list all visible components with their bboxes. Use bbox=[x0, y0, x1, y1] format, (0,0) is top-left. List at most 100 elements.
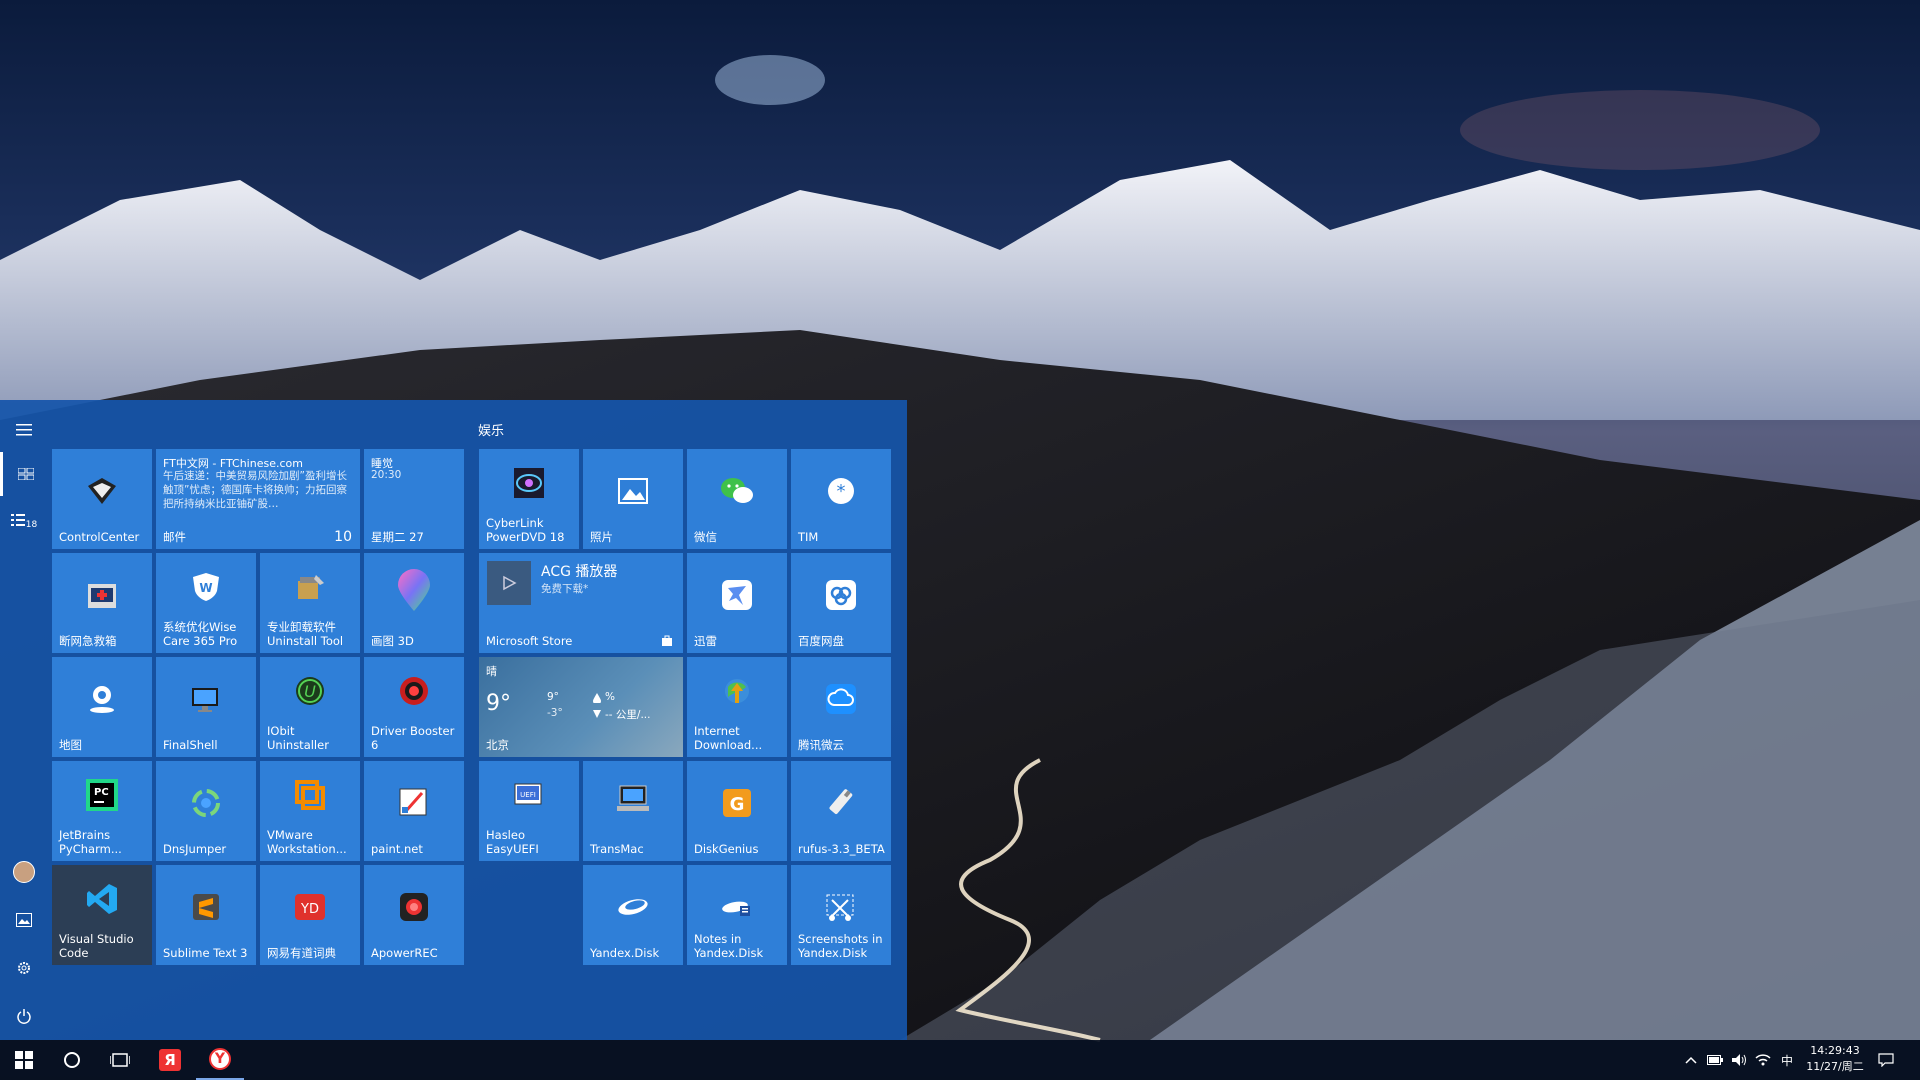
volume-button[interactable] bbox=[1731, 1052, 1747, 1068]
clock-time: 14:29:43 bbox=[1810, 1044, 1860, 1057]
weather-humidity: % bbox=[605, 691, 615, 703]
tile-label: Hasleo EasyUEFI bbox=[486, 828, 539, 856]
tile-screenshots-yandex[interactable]: Screenshots in Yandex.Disk bbox=[791, 865, 891, 965]
tile-notes-yandex[interactable]: Notes in Yandex.Disk bbox=[687, 865, 787, 965]
tile-finalshell[interactable]: FinalShell bbox=[156, 657, 256, 757]
pictures-button[interactable] bbox=[0, 898, 48, 942]
youdao-dictionary-icon: YD bbox=[290, 887, 330, 927]
yandex-browser-icon: Y bbox=[209, 1048, 231, 1070]
tile-label: DnsJumper bbox=[163, 842, 227, 856]
vscode-icon bbox=[82, 879, 122, 919]
tile-label: TransMac bbox=[590, 842, 644, 856]
tile-pycharm[interactable]: PC JetBrains PyCharm... bbox=[52, 761, 152, 861]
pinned-tiles-button[interactable] bbox=[0, 452, 48, 496]
tile-cyberlink[interactable]: CyberLink PowerDVD 18 bbox=[479, 449, 579, 549]
yandex-screenshots-icon bbox=[821, 887, 861, 927]
chevron-up-icon bbox=[1685, 1056, 1697, 1064]
yandex-disk-icon bbox=[613, 887, 653, 927]
power-icon bbox=[17, 1009, 31, 1024]
tile-label: 系统优化Wise Care 365 Pro bbox=[163, 620, 238, 648]
tile-label: 百度网盘 bbox=[798, 634, 844, 648]
mail-preview: 午后速递：中美贸易风险加剧”盈利增长触顶”忧虑；德国库卡将换帅；力拓回察把所持纳… bbox=[163, 470, 347, 510]
tile-diskgenius[interactable]: G DiskGenius bbox=[687, 761, 787, 861]
yandex-notes-icon bbox=[717, 887, 757, 927]
cortana-button[interactable] bbox=[48, 1040, 96, 1080]
tile-iobit[interactable]: U IObit Uninstaller bbox=[260, 657, 360, 757]
tile-youdao[interactable]: YD 网易有道词典 bbox=[260, 865, 360, 965]
tile-driverbooster[interactable]: Driver Booster 6 bbox=[364, 657, 464, 757]
tile-tim[interactable]: * TIM bbox=[791, 449, 891, 549]
tile-calendar[interactable]: 睡觉 20:30 星期二 27 bbox=[364, 449, 464, 549]
taskbar-yandex-app[interactable]: Я bbox=[146, 1040, 194, 1080]
controlcenter-icon bbox=[82, 471, 122, 511]
tile-photos[interactable]: 照片 bbox=[583, 449, 683, 549]
tile-label: paint.net bbox=[371, 842, 423, 856]
tile-idm[interactable]: Internet Download... bbox=[687, 657, 787, 757]
iobit-uninstaller-icon: U bbox=[290, 671, 330, 711]
tile-wechat[interactable]: 微信 bbox=[687, 449, 787, 549]
tile-paint3d[interactable]: 画图 3D bbox=[364, 553, 464, 653]
tile-vmware[interactable]: VMware Workstation... bbox=[260, 761, 360, 861]
task-view-button[interactable] bbox=[96, 1040, 144, 1080]
battery-icon bbox=[1707, 1055, 1723, 1065]
taskbar-yandex-browser[interactable]: Y bbox=[196, 1040, 244, 1080]
tile-apowerrec[interactable]: ApowerREC bbox=[364, 865, 464, 965]
pycharm-icon: PC bbox=[82, 775, 122, 815]
sublime-text-icon bbox=[186, 887, 226, 927]
uninstall-tool-icon bbox=[290, 567, 330, 607]
all-apps-button[interactable]: 18 bbox=[0, 498, 48, 542]
tile-label: TIM bbox=[798, 530, 819, 544]
tile-label: Microsoft Store bbox=[486, 634, 573, 648]
tile-vscode[interactable]: Visual Studio Code bbox=[52, 865, 152, 965]
battery-button[interactable] bbox=[1707, 1052, 1723, 1068]
notification-icon bbox=[1878, 1053, 1894, 1067]
tile-transmac[interactable]: TransMac bbox=[583, 761, 683, 861]
power-button[interactable] bbox=[0, 994, 48, 1038]
wisecare-shield-icon: W bbox=[186, 567, 226, 607]
svg-text:U: U bbox=[304, 682, 316, 701]
action-center-button[interactable] bbox=[1878, 1052, 1894, 1068]
tile-microsoft-store[interactable]: ACG 播放器 免费下载* Microsoft Store bbox=[479, 553, 683, 653]
tile-yandexdisk[interactable]: Yandex.Disk bbox=[583, 865, 683, 965]
tile-weiyun[interactable]: 腾讯微云 bbox=[791, 657, 891, 757]
tile-baidu[interactable]: 百度网盘 bbox=[791, 553, 891, 653]
svg-text:PC: PC bbox=[94, 787, 109, 798]
tile-label: JetBrains PyCharm... bbox=[59, 828, 122, 856]
tile-label: 迅雷 bbox=[694, 634, 717, 648]
tile-emergency[interactable]: 断网急救箱 bbox=[52, 553, 152, 653]
image-icon bbox=[16, 913, 32, 927]
start-button[interactable] bbox=[0, 1040, 48, 1080]
tile-sublime[interactable]: Sublime Text 3 bbox=[156, 865, 256, 965]
tile-label: 北京 bbox=[486, 738, 509, 752]
tile-label: 邮件 bbox=[163, 530, 186, 544]
tile-label: 微信 bbox=[694, 530, 717, 544]
user-account-button[interactable] bbox=[0, 850, 48, 894]
hamburger-icon bbox=[16, 424, 32, 436]
powerdvd-icon bbox=[509, 463, 549, 503]
input-method-indicator[interactable]: 中 bbox=[1779, 1052, 1795, 1068]
tile-wisecare[interactable]: W 系统优化Wise Care 365 Pro bbox=[156, 553, 256, 653]
settings-button[interactable] bbox=[0, 946, 48, 990]
photos-icon bbox=[613, 471, 653, 511]
store-app-subtitle: 免费下载* bbox=[541, 583, 589, 595]
tile-rufus[interactable]: rufus-3.3_BETA bbox=[791, 761, 891, 861]
tile-maps[interactable]: 地图 bbox=[52, 657, 152, 757]
expand-menu-button[interactable] bbox=[0, 408, 48, 452]
tile-label: Screenshots in Yandex.Disk bbox=[798, 932, 883, 960]
tile-uninstall[interactable]: 专业卸载软件 Uninstall Tool bbox=[260, 553, 360, 653]
tile-easyuefi[interactable]: UEFI Hasleo EasyUEFI bbox=[479, 761, 579, 861]
tile-dnsjumper[interactable]: DnsJumper bbox=[156, 761, 256, 861]
weather-high: 9° bbox=[547, 691, 559, 703]
tile-controlcenter[interactable]: ControlCenter bbox=[52, 449, 152, 549]
weather-condition: 晴 bbox=[486, 665, 497, 678]
clock[interactable]: 14:29:43 11/27/周二 bbox=[1800, 1043, 1870, 1075]
show-hidden-icons-button[interactable] bbox=[1683, 1052, 1699, 1068]
clock-date: 11/27/周二 bbox=[1806, 1060, 1864, 1073]
tile-xunlei[interactable]: 迅雷 bbox=[687, 553, 787, 653]
tile-paintnet[interactable]: paint.net bbox=[364, 761, 464, 861]
tile-label: DiskGenius bbox=[694, 842, 759, 856]
tile-mail[interactable]: FT中文网 - FTChinese.com 午后速递：中美贸易风险加剧”盈利增长… bbox=[156, 449, 360, 549]
network-button[interactable] bbox=[1755, 1052, 1771, 1068]
store-bag-icon bbox=[662, 635, 672, 646]
tile-weather[interactable]: 晴 9° 9° -3° % -- 公里/... 北京 bbox=[479, 657, 683, 757]
